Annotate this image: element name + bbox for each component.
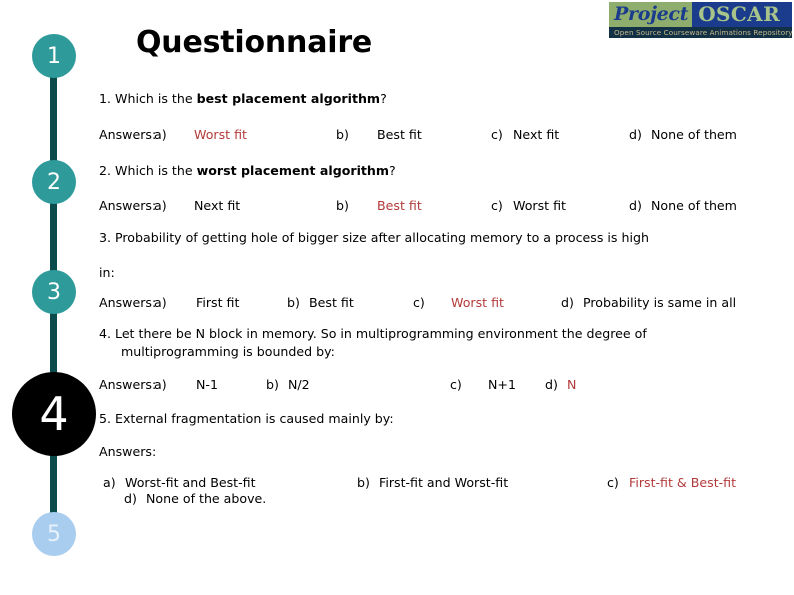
question-2-answers-label: Answers: [99, 198, 157, 213]
question-4-option-d-marker[interactable]: d) [545, 377, 558, 392]
question-4-option-a-text[interactable]: N-1 [196, 377, 218, 392]
question-1-option-c-marker[interactable]: c) [491, 127, 503, 142]
question-2-part-a: 2. Which is the [99, 163, 197, 178]
question-3-option-d-text[interactable]: Probability is same in all [583, 295, 736, 310]
question-2-emphasis: worst placement algorithm [196, 163, 389, 178]
question-3-line-2: in: [99, 265, 115, 280]
question-3-option-b-marker[interactable]: b) [287, 295, 300, 310]
question-2-option-a-marker[interactable]: a) [154, 198, 167, 213]
question-2-option-c-text[interactable]: Worst fit [513, 198, 566, 213]
question-1-answers-label: Answers: [99, 127, 157, 142]
question-5-option-c-marker[interactable]: c) [607, 475, 619, 490]
question-4-line-1: 4. Let there be N block in memory. So in… [99, 326, 647, 341]
question-3-option-d-marker[interactable]: d) [561, 295, 574, 310]
question-2-option-d-text[interactable]: None of them [651, 198, 737, 213]
question-3-option-c-text[interactable]: Worst fit [451, 295, 504, 310]
question-2-option-b-text[interactable]: Best fit [377, 198, 422, 213]
question-3-line-1: 3. Probability of getting hole of bigger… [99, 230, 649, 245]
question-2-option-c-marker[interactable]: c) [491, 198, 503, 213]
question-3-option-c-marker[interactable]: c) [413, 295, 425, 310]
slide-canvas: Project OSCAR Open Source Courseware Ani… [0, 0, 794, 595]
question-1-emphasis: best placement algorithm [196, 91, 381, 106]
question-5-option-b-text[interactable]: First-fit and Worst-fit [379, 475, 508, 490]
question-5-option-b-marker[interactable]: b) [357, 475, 370, 490]
question-1-option-c-text[interactable]: Next fit [513, 127, 559, 142]
question-3-option-a-text[interactable]: First fit [196, 295, 239, 310]
question-1-option-b-text[interactable]: Best fit [377, 127, 422, 142]
question-5-answers-label: Answers: [99, 444, 157, 459]
question-1-option-b-marker[interactable]: b) [336, 127, 349, 142]
question-4-option-d-text[interactable]: N [567, 377, 576, 392]
question-3-option-a-marker[interactable]: a) [154, 295, 167, 310]
questionnaire-content: 1. Which is the best placement algorithm… [0, 0, 794, 595]
question-2-option-b-marker[interactable]: b) [336, 198, 349, 213]
question-3-option-b-text[interactable]: Best fit [309, 295, 354, 310]
question-1-option-a-marker[interactable]: a) [154, 127, 167, 142]
question-5-option-d-text[interactable]: None of the above. [146, 491, 266, 506]
question-4-option-c-text[interactable]: N+1 [488, 377, 516, 392]
question-1-text: 1. Which is the best placement algorithm… [99, 91, 387, 106]
question-1-part-a: 1. Which is the [99, 91, 197, 106]
question-5-line-1: 5. External fragmentation is caused main… [99, 411, 394, 426]
question-2-option-d-marker[interactable]: d) [629, 198, 642, 213]
question-1-option-a-text[interactable]: Worst fit [194, 127, 247, 142]
question-4-line-2: multiprogramming is bounded by: [121, 344, 335, 359]
question-1-option-d-text[interactable]: None of them [651, 127, 737, 142]
question-5-option-d-marker[interactable]: d) [124, 491, 137, 506]
question-4-answers-label: Answers: [99, 377, 157, 392]
question-2-text: 2. Which is the worst placement algorith… [99, 163, 396, 178]
question-2-part-b: ? [389, 163, 396, 178]
question-4-option-b-text[interactable]: N/2 [288, 377, 310, 392]
question-2-option-a-text[interactable]: Next fit [194, 198, 240, 213]
question-3-answers-label: Answers: [99, 295, 157, 310]
question-1-part-b: ? [380, 91, 387, 106]
question-5-option-a-marker[interactable]: a) [103, 475, 116, 490]
question-1-option-d-marker[interactable]: d) [629, 127, 642, 142]
question-4-option-c-marker[interactable]: c) [450, 377, 462, 392]
question-4-option-a-marker[interactable]: a) [154, 377, 167, 392]
question-5-option-a-text[interactable]: Worst-fit and Best-fit [125, 475, 256, 490]
question-4-option-b-marker[interactable]: b) [266, 377, 279, 392]
question-5-option-c-text[interactable]: First-fit & Best-fit [629, 475, 736, 490]
